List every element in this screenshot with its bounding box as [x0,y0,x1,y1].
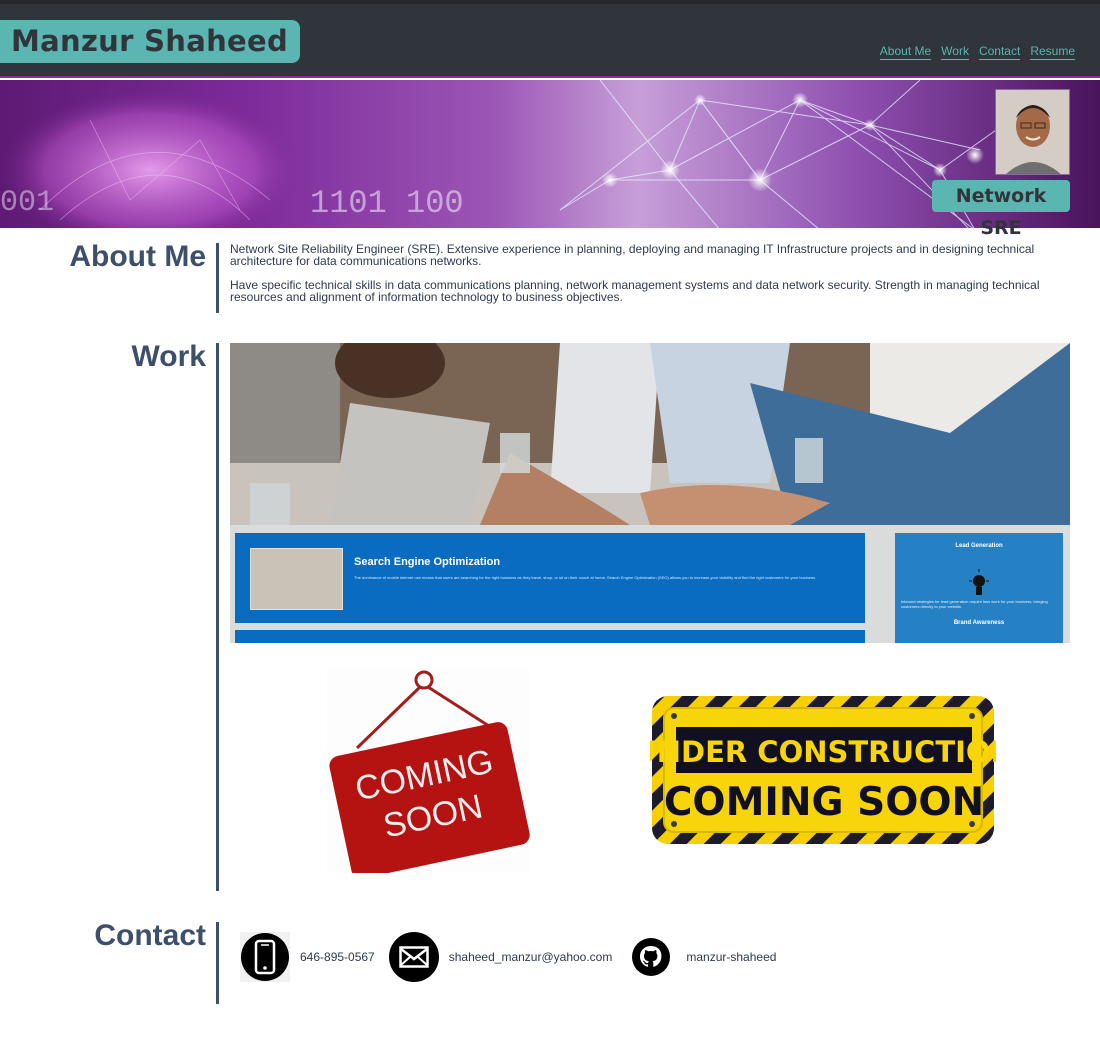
brand-title: Brand Awareness [953,620,1005,626]
site-logo[interactable]: Manzur Shaheed [0,20,301,63]
work-project-screenshot[interactable]: Search Engine Optimization The dominance… [230,343,1070,643]
under-construction-project[interactable]: UNDER CONSTRUCTION COMING SOON [633,694,1015,846]
svg-text:COMING SOON: COMING SOON [664,780,984,825]
nav-about-me[interactable]: About Me [879,44,932,60]
profile-avatar [995,89,1070,175]
github-username[interactable]: manzur-shaheed [686,950,776,964]
main-nav: About Me Work Contact Resume [879,44,1075,60]
role-badge: Network SRE [932,180,1070,239]
about-divider [216,243,219,313]
coming-soon-sign-icon: COMING SOON [329,670,530,879]
lead-generation-card: Lead Generation Inbound strategies for l… [895,533,1063,643]
under-construction-sign-icon: UNDER CONSTRUCTION COMING SOON [633,696,1015,844]
work-heading: Work [131,340,206,373]
contact-heading: Contact [94,919,206,952]
contact-list: 646-895-0567 shaheed_manzur@yahoo.com ma… [240,932,790,982]
svg-text:UNDER CONSTRUCTION: UNDER CONSTRUCTION [650,735,996,769]
lead-title: Lead Generation [955,543,1003,549]
phone-icon [241,933,289,981]
phone-number[interactable]: 646-895-0567 [300,950,375,964]
team-meeting-photo [230,343,1070,525]
phone-link[interactable] [240,932,290,982]
website-preview: Search Engine Optimization The dominance… [230,525,1070,643]
github-link[interactable] [626,932,677,982]
email-icon[interactable] [388,932,439,982]
about-paragraph-2: Have specific technical skills in data c… [230,278,1040,304]
binary-text-left: 001 [0,186,54,220]
seo-card: Search Engine Optimization The dominance… [235,533,865,623]
site-header: Manzur Shaheed About Me Work Contact Res… [0,0,1100,78]
lead-text: Inbound strategies for lead generation r… [901,599,1048,609]
nav-contact[interactable]: Contact [978,44,1021,60]
work-divider [216,343,219,891]
seo-title: Search Engine Optimization [354,556,501,568]
contact-divider [216,922,219,1004]
nav-work[interactable]: Work [941,44,969,60]
about-heading: About Me [69,240,206,273]
seo-text: The dominance of mobile internet use mea… [354,575,817,580]
coming-soon-project[interactable]: COMING SOON [327,668,530,879]
email-address[interactable]: shaheed_manzur@yahoo.com [449,950,613,964]
binary-text-mid: 1101 100 [310,185,464,222]
about-paragraph-1: Network Site Reliability Engineer (SRE).… [230,242,1035,268]
seo-thumbnail [250,548,343,610]
github-icon [632,938,671,976]
profile-photo-icon [996,90,1069,174]
about-text: Network Site Reliability Engineer (SRE).… [230,243,1070,315]
nav-resume[interactable]: Resume [1030,44,1075,60]
next-card-strip [235,630,865,643]
